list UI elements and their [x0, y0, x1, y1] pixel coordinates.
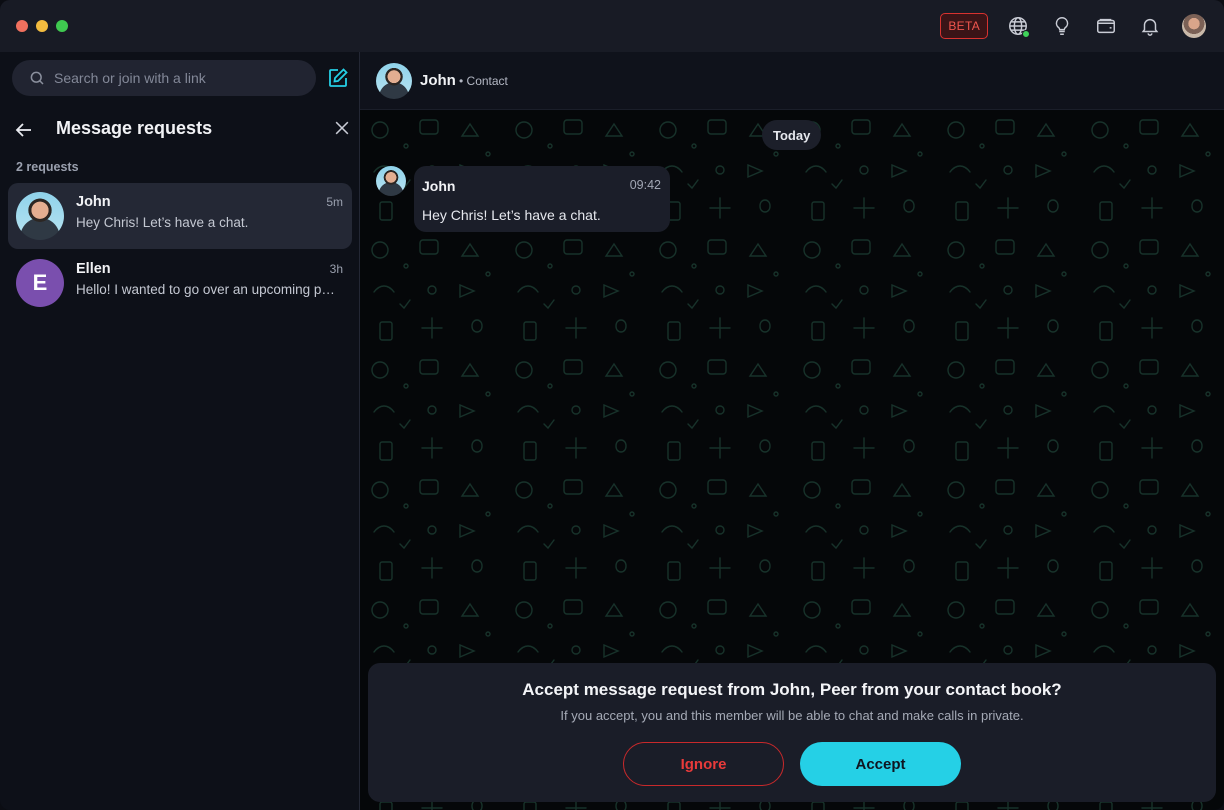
- search-input[interactable]: [54, 70, 294, 86]
- profile-button[interactable]: [1180, 12, 1208, 40]
- chat-header: John • Contact: [360, 52, 1224, 110]
- sidebar: Message requests 2 requests John Hey Chr…: [0, 52, 360, 810]
- arrow-left-icon[interactable]: [12, 118, 36, 142]
- online-status-dot: [1022, 30, 1030, 38]
- requests-header: Message requests: [0, 112, 360, 148]
- top-actions: BETA: [940, 12, 1208, 40]
- user-avatar: [1182, 14, 1206, 38]
- search-icon: [30, 71, 44, 85]
- avatar: E: [16, 259, 64, 307]
- message-text: Hey Chris! Let’s have a chat.: [422, 207, 601, 223]
- request-item-ellen[interactable]: E Ellen Hello! I wanted to go over an up…: [8, 250, 352, 316]
- beta-badge[interactable]: BETA: [940, 13, 988, 39]
- notifications-button[interactable]: [1136, 12, 1164, 40]
- minimize-window-button[interactable]: [36, 20, 48, 32]
- lightbulb-icon: [1055, 17, 1069, 35]
- date-separator: Today: [762, 120, 822, 150]
- avatar: [16, 192, 64, 240]
- request-preview: Hello! I wanted to go over an upcoming p…: [76, 282, 338, 297]
- chat-panel: John • Contact Today John 09:42 Hey Chri…: [360, 52, 1224, 810]
- contact-type: • Contact: [459, 74, 508, 88]
- request-preview: Hey Chris! Let’s have a chat.: [76, 215, 249, 230]
- requests-count: 2 requests: [16, 160, 79, 174]
- request-prompt-subtitle: If you accept, you and this member will …: [560, 708, 1024, 723]
- request-item-john[interactable]: John Hey Chris! Let’s have a chat. 5m: [8, 183, 352, 249]
- accept-button[interactable]: Accept: [800, 742, 961, 786]
- wallet-icon: [1097, 18, 1115, 34]
- wallet-button[interactable]: [1092, 12, 1120, 40]
- contact-avatar[interactable]: [376, 63, 412, 99]
- requests-list: John Hey Chris! Let’s have a chat. 5m E …: [8, 183, 352, 317]
- request-time: 5m: [326, 195, 343, 209]
- accept-request-panel: Accept message request from John, Peer f…: [368, 663, 1216, 802]
- bell-icon: [1141, 18, 1159, 36]
- app-window: BETA Search or join with a link Message …: [0, 0, 1224, 810]
- tips-button[interactable]: [1048, 12, 1076, 40]
- search-bar[interactable]: [12, 60, 316, 96]
- request-prompt-title: Accept message request from John, Peer f…: [522, 680, 1062, 699]
- ignore-button[interactable]: Ignore: [623, 742, 784, 786]
- close-icon[interactable]: [332, 118, 352, 138]
- request-name: John: [76, 194, 111, 210]
- title-bar: BETA: [0, 0, 1224, 52]
- message-time: 09:42: [629, 178, 661, 192]
- message-bubble: John 09:42 Hey Chris! Let’s have a chat.: [414, 166, 670, 232]
- request-name: Ellen: [76, 261, 111, 277]
- contact-name[interactable]: John: [420, 72, 456, 89]
- request-time: 3h: [329, 262, 343, 276]
- maximize-window-button[interactable]: [56, 20, 68, 32]
- network-status-button[interactable]: [1004, 12, 1032, 40]
- message-avatar: [376, 166, 406, 196]
- compose-icon[interactable]: [326, 66, 350, 90]
- close-window-button[interactable]: [16, 20, 28, 32]
- page-title: Message requests: [56, 118, 213, 138]
- message-sender: John: [422, 178, 456, 194]
- window-controls: [16, 20, 68, 32]
